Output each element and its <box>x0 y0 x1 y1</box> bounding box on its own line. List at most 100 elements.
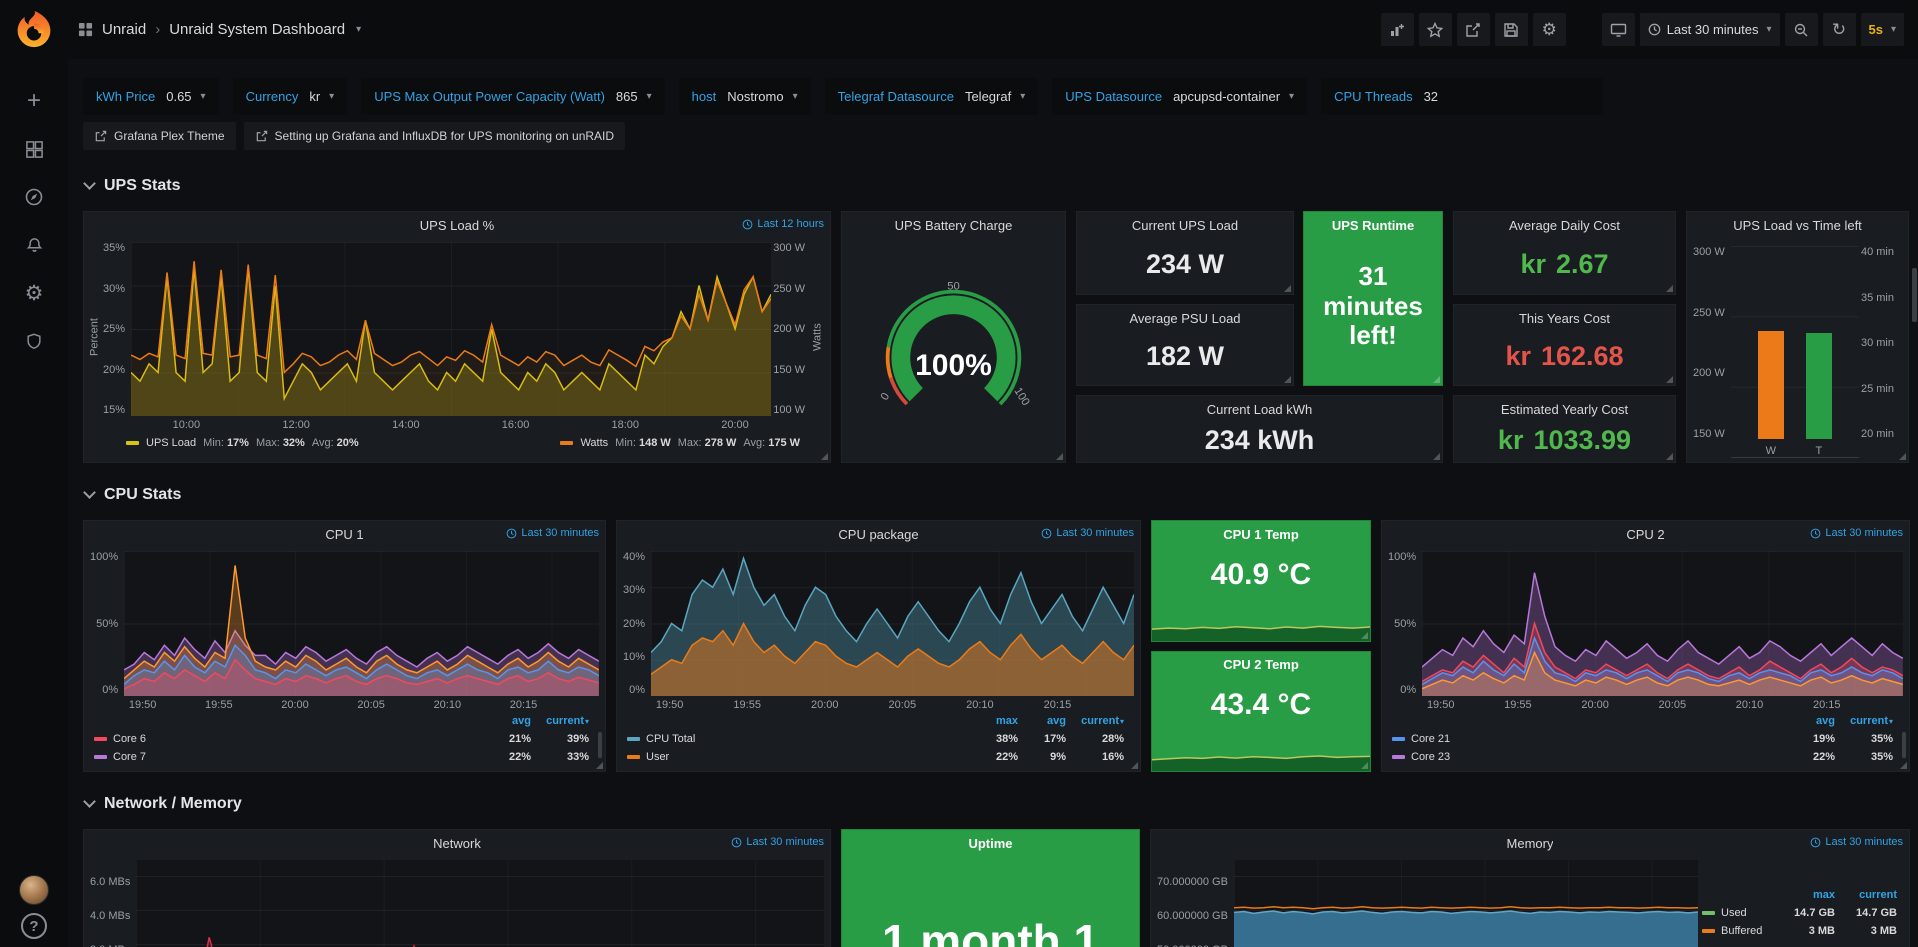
panel-title[interactable]: Current UPS Load <box>1132 218 1238 233</box>
section-header-network-memory[interactable]: Network / Memory <box>85 793 1910 815</box>
variable-kwh-price[interactable]: kWh Price 0.65▾ <box>83 78 219 115</box>
variable-value[interactable]: apcupsd-container▾ <box>1173 89 1294 104</box>
y-axis-left: 35%30%25%20%15% <box>101 242 131 432</box>
panel-title[interactable]: Average Daily Cost <box>1509 218 1620 233</box>
legend-header-current[interactable]: current▾ <box>1835 715 1893 727</box>
panel-time-badge[interactable]: Last 30 minutes <box>1041 527 1134 539</box>
memory-chart[interactable] <box>1234 860 1698 947</box>
cpu2-chart[interactable] <box>1422 551 1903 696</box>
variable-host[interactable]: host Nostromo▾ <box>679 78 811 115</box>
dashboard-settings-button[interactable]: ⚙ <box>1533 13 1566 46</box>
chevron-down-icon[interactable]: ▾ <box>356 24 361 35</box>
legend-header-current[interactable]: current <box>1835 889 1897 901</box>
panel-title[interactable]: UPS Load vs Time left <box>1733 218 1862 233</box>
variable-currency[interactable]: Currency kr▾ <box>233 78 348 115</box>
panel-title[interactable]: Average PSU Load <box>1129 311 1240 326</box>
panel-time-badge[interactable]: Last 30 minutes <box>506 527 599 539</box>
legend-series-name[interactable]: Core 7 <box>113 751 146 763</box>
user-avatar[interactable] <box>19 875 49 905</box>
variable-cpu-threads[interactable]: CPU Threads 32 <box>1321 78 1603 115</box>
panel-time-badge[interactable]: Last 30 minutes <box>731 836 824 848</box>
legend-row: Core 6 21% 39% <box>94 730 589 748</box>
share-dashboard-button[interactable] <box>1457 13 1490 46</box>
legend-series-name[interactable]: Watts <box>580 437 608 449</box>
legend-header-max[interactable]: max <box>1773 889 1835 901</box>
save-dashboard-button[interactable] <box>1495 13 1528 46</box>
panel-title[interactable]: UPS Load % <box>420 218 494 233</box>
legend-series-name[interactable]: Core 6 <box>113 733 146 745</box>
legend-series-name[interactable]: User <box>646 751 669 763</box>
legend-header-current[interactable]: current▾ <box>1066 715 1124 727</box>
dashboard-link-ups-monitoring-guide[interactable]: Setting up Grafana and InfluxDB for UPS … <box>244 122 626 150</box>
breadcrumb-app[interactable]: Unraid <box>102 21 146 38</box>
panel-time-badge[interactable]: Last 12 hours <box>742 218 824 230</box>
network-chart[interactable] <box>136 860 824 947</box>
sidebar-item-explore[interactable] <box>0 173 68 221</box>
legend-scrollbar[interactable] <box>1902 732 1906 758</box>
variable-value[interactable]: Telegraf▾ <box>965 89 1025 104</box>
panel-time-badge[interactable]: Last 30 minutes <box>1810 836 1903 848</box>
cpu-package-chart[interactable] <box>651 551 1134 696</box>
ups-load-chart[interactable] <box>131 242 771 416</box>
time-range-picker[interactable]: Last 30 minutes ▾ <box>1640 13 1780 46</box>
panel-title[interactable]: CPU 1 <box>325 527 363 542</box>
legend-series-name[interactable]: Core 21 <box>1411 733 1450 745</box>
panel-title[interactable]: This Years Cost <box>1519 311 1610 326</box>
cycle-view-mode-button[interactable] <box>1602 13 1635 46</box>
panel-title[interactable]: CPU 1 Temp <box>1223 527 1299 542</box>
cpu1-chart[interactable] <box>124 551 599 696</box>
variable-value[interactable]: 865▾ <box>616 89 652 104</box>
panel-time-badge[interactable]: Last 30 minutes <box>1810 527 1903 539</box>
ups-bar-chart[interactable]: WT <box>1731 246 1859 458</box>
legend-series-name[interactable]: UPS Load <box>146 437 196 449</box>
sidebar-item-alerting[interactable] <box>0 221 68 269</box>
panel-title[interactable]: UPS Battery Charge <box>895 218 1013 233</box>
page-scrollbar[interactable] <box>1912 268 1917 322</box>
variable-telegraf-datasource[interactable]: Telegraf Datasource Telegraf▾ <box>825 78 1039 115</box>
zoom-out-button[interactable] <box>1785 13 1818 46</box>
variable-value[interactable]: 0.65▾ <box>166 89 205 104</box>
legend-series-name[interactable]: Core 23 <box>1411 751 1450 763</box>
refresh-button[interactable]: ↻ <box>1823 13 1856 46</box>
grafana-logo[interactable] <box>13 9 55 51</box>
variable-ups-max-output[interactable]: UPS Max Output Power Capacity (Watt) 865… <box>361 78 664 115</box>
panel-title[interactable]: Memory <box>1507 836 1554 851</box>
legend-header-avg[interactable]: avg <box>1783 715 1835 727</box>
dashboard-link-grafana-plex-theme[interactable]: Grafana Plex Theme <box>83 122 236 150</box>
star-dashboard-button[interactable] <box>1419 13 1452 46</box>
refresh-interval-picker[interactable]: 5s ▾ <box>1861 13 1905 46</box>
add-panel-button[interactable] <box>1381 13 1414 46</box>
breadcrumb-dashboard-title[interactable]: Unraid System Dashboard <box>169 21 345 38</box>
variable-ups-datasource[interactable]: UPS Datasource apcupsd-container▾ <box>1052 78 1307 115</box>
panel-title[interactable]: Network <box>433 836 481 851</box>
legend-header-current[interactable]: current▾ <box>531 715 589 727</box>
section-header-ups-stats[interactable]: UPS Stats <box>85 175 1910 197</box>
legend-value: 21% <box>479 733 531 745</box>
variable-value[interactable]: kr▾ <box>309 89 334 104</box>
axis-tick: 100% <box>1388 551 1416 563</box>
battery-gauge[interactable]: 100% 050100 <box>850 242 1057 456</box>
sidebar-item-configuration[interactable]: ⚙ <box>0 269 68 317</box>
sidebar-item-create[interactable]: + <box>0 77 68 125</box>
section-header-cpu-stats[interactable]: CPU Stats <box>85 484 1910 506</box>
panel-title[interactable]: CPU 2 Temp <box>1223 657 1299 672</box>
panel-title[interactable]: Current Load kWh <box>1207 402 1313 417</box>
legend-series-name[interactable]: CPU Total <box>646 733 695 745</box>
sidebar-item-dashboards[interactable] <box>0 125 68 173</box>
variable-input-value[interactable]: 32 <box>1424 89 1438 104</box>
legend-scrollbar[interactable] <box>598 732 602 758</box>
legend-header-avg[interactable]: avg <box>479 715 531 727</box>
panel-title[interactable]: CPU 2 <box>1626 527 1664 542</box>
help-icon[interactable]: ? <box>21 913 47 939</box>
panel-title[interactable]: Uptime <box>968 836 1012 851</box>
panel-title[interactable]: UPS Runtime <box>1332 218 1414 233</box>
panel-title[interactable]: CPU package <box>838 527 918 542</box>
panel-title[interactable]: Estimated Yearly Cost <box>1501 402 1628 417</box>
legend-series-name[interactable]: Used <box>1721 907 1747 919</box>
sidebar-item-server-admin[interactable] <box>0 317 68 365</box>
variable-value[interactable]: Nostromo▾ <box>727 89 797 104</box>
legend-header-avg[interactable]: avg <box>1018 715 1066 727</box>
legend-header-max[interactable]: max <box>970 715 1018 727</box>
add-panel-icon <box>1389 22 1405 38</box>
legend-series-name[interactable]: Buffered <box>1721 925 1762 937</box>
